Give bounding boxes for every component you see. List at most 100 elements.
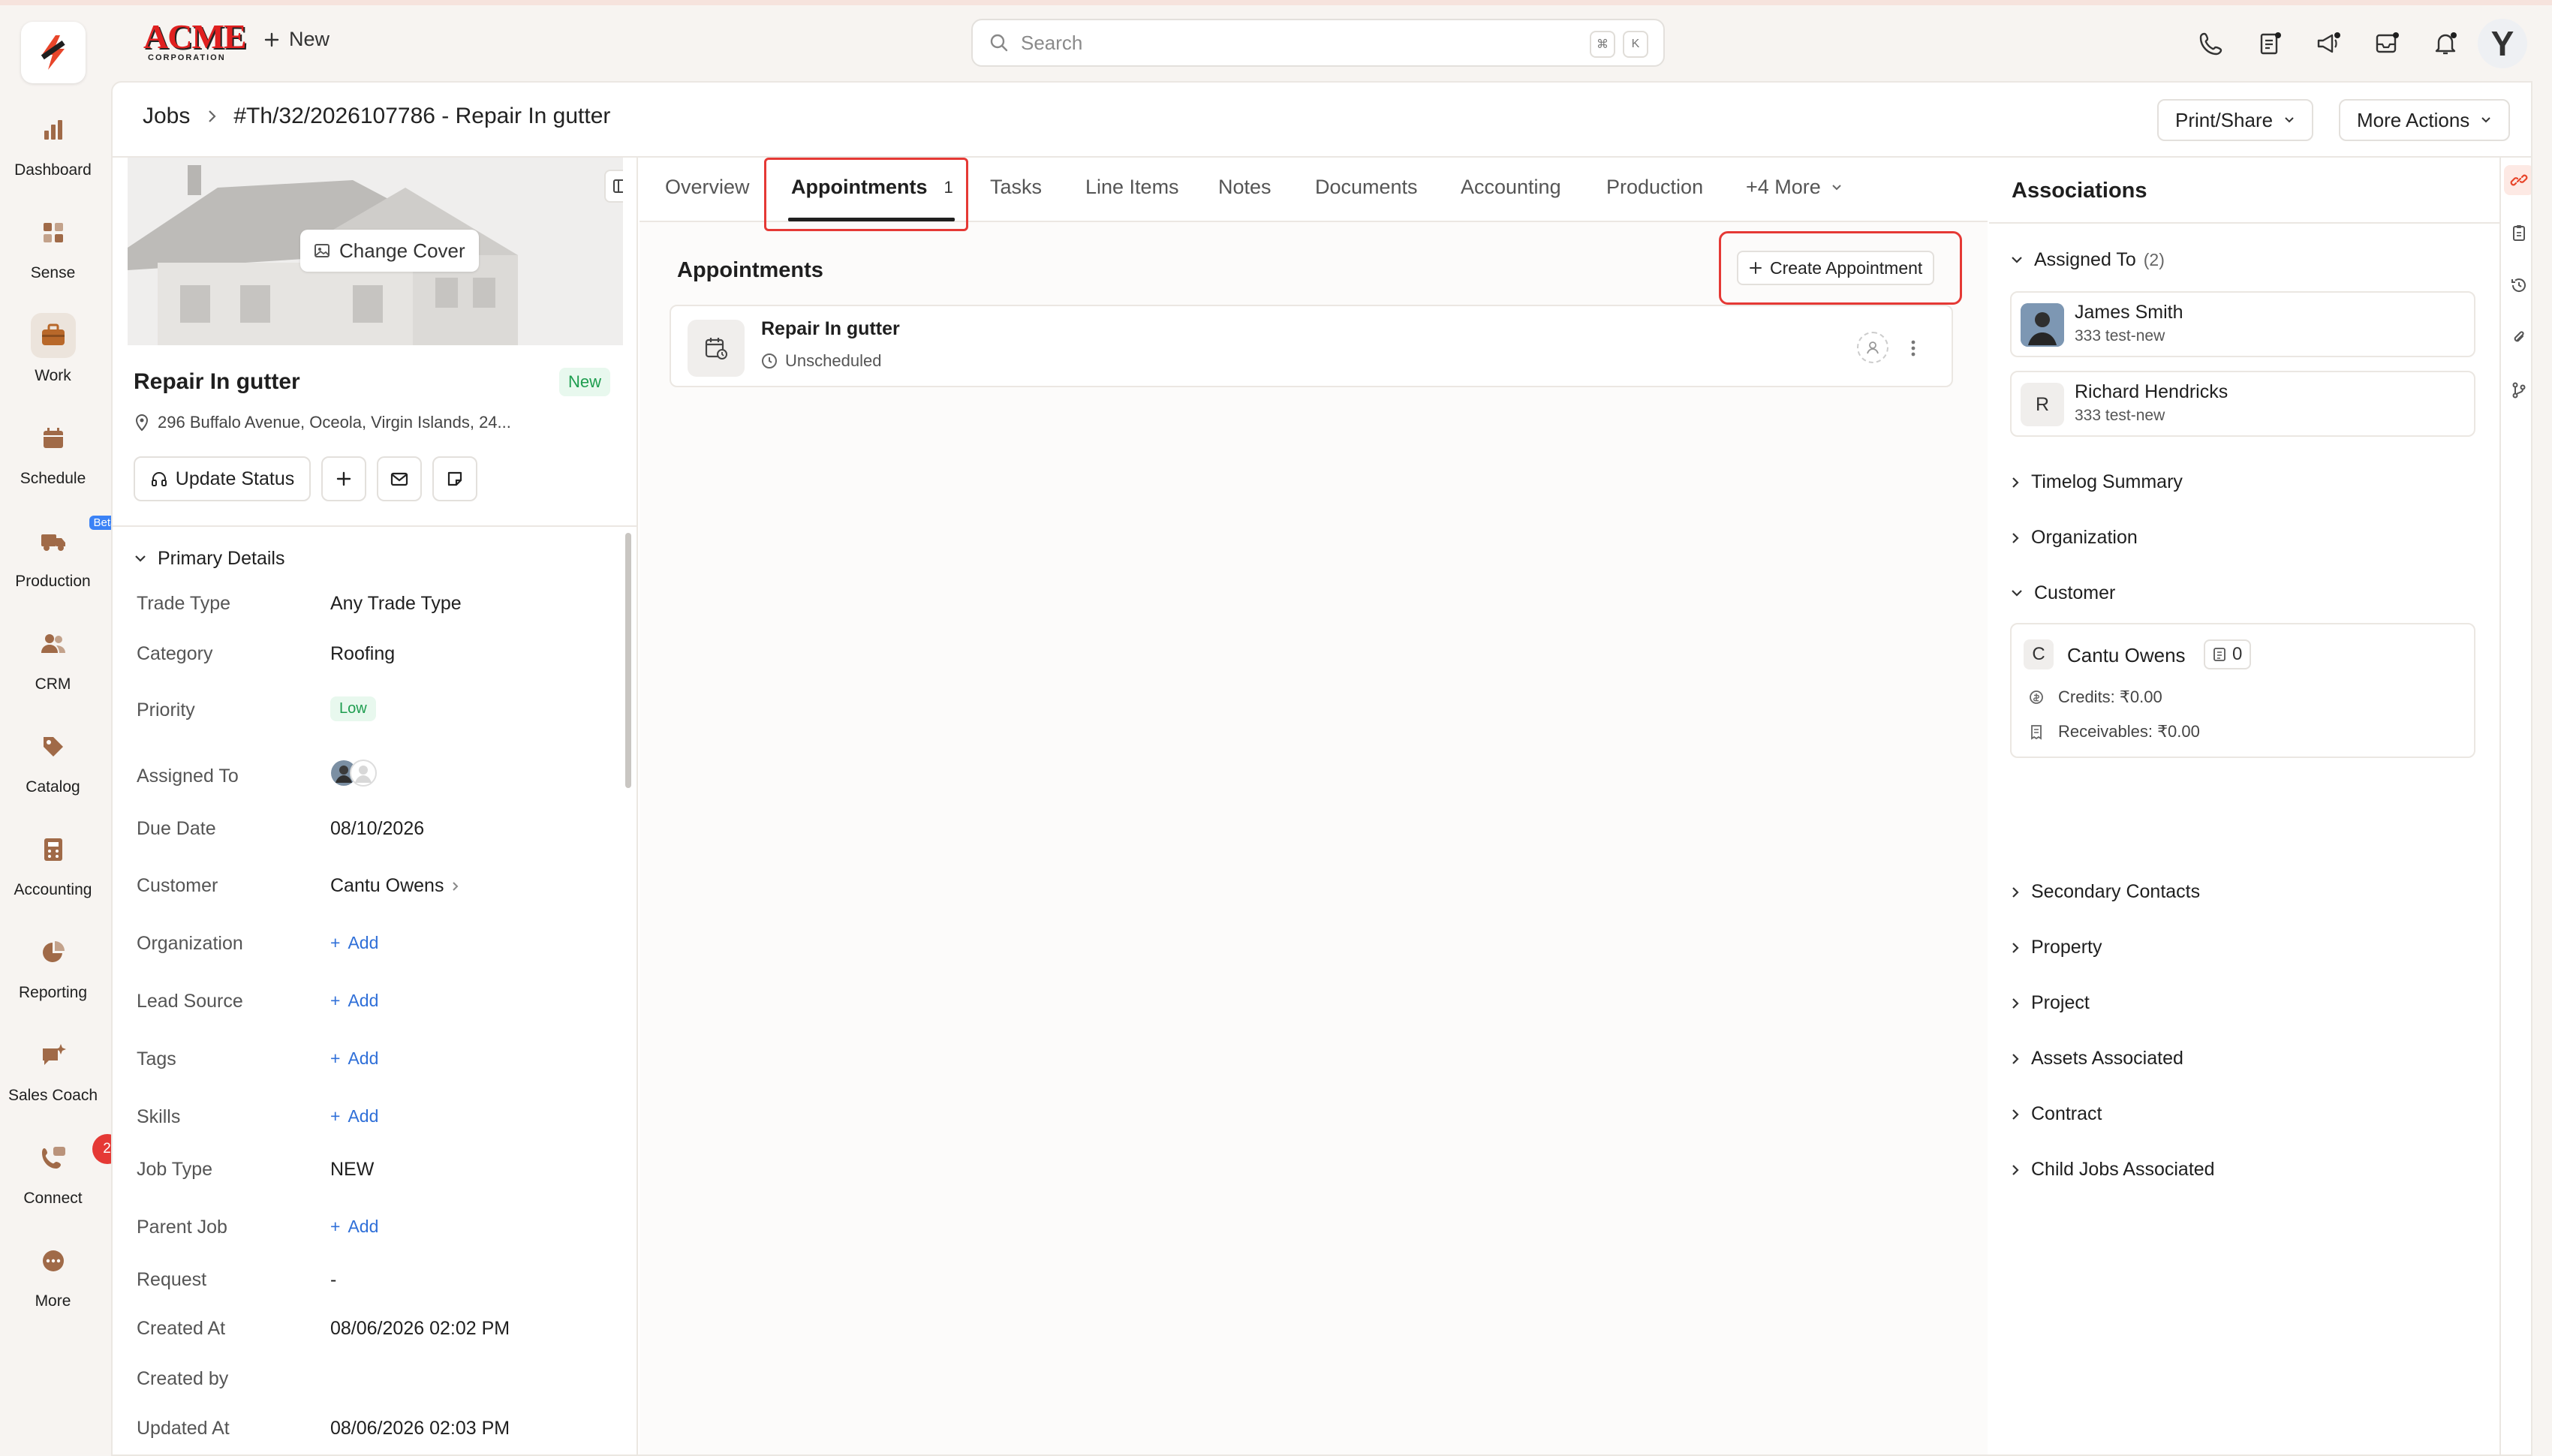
add-lead-source-link[interactable]: + Add bbox=[330, 991, 378, 1011]
more-icon bbox=[31, 1238, 76, 1283]
job-action-row: Update Status bbox=[134, 456, 477, 501]
add-label: Add bbox=[348, 933, 379, 952]
coin-icon bbox=[2030, 690, 2043, 704]
timelog-summary-toggle[interactable]: Timelog Summary bbox=[2010, 471, 2183, 493]
search-input[interactable]: Search ⌘ K bbox=[971, 19, 1665, 67]
add-tags-link[interactable]: + Add bbox=[330, 1048, 378, 1069]
assignee-card[interactable]: R Richard Hendricks 333 test-new bbox=[2010, 371, 2475, 437]
job-type-value[interactable]: NEW bbox=[330, 1159, 374, 1181]
assignee-card[interactable]: James Smith 333 test-new bbox=[2010, 291, 2475, 357]
document-count: 0 bbox=[2232, 644, 2243, 664]
due-date-value[interactable]: 08/10/2026 bbox=[330, 818, 424, 840]
add-label: Add bbox=[348, 1217, 379, 1236]
add-organization-link[interactable]: + Add bbox=[330, 933, 378, 953]
left-navigation: Dashboard Sense Work Schedule Beta Produ… bbox=[0, 5, 122, 1456]
app-logo[interactable] bbox=[21, 22, 86, 83]
top-bar: ACME CORPORATION New Search ⌘ K Y bbox=[106, 5, 2552, 80]
user-avatar[interactable]: Y bbox=[2478, 19, 2527, 68]
customer-documents-badge[interactable]: 0 bbox=[2204, 639, 2252, 669]
users-icon bbox=[31, 621, 76, 666]
assign-user-button[interactable] bbox=[1857, 332, 1888, 363]
tab-more-dropdown[interactable]: +4 More bbox=[1746, 176, 1842, 199]
megaphone-icon[interactable] bbox=[2311, 26, 2346, 61]
section-label: Contract bbox=[2031, 1103, 2102, 1124]
bell-icon[interactable] bbox=[2428, 26, 2463, 61]
customer-avatar: C bbox=[2024, 639, 2054, 669]
assets-associated-toggle[interactable]: Assets Associated bbox=[2010, 1048, 2183, 1069]
field-label: Parent Job bbox=[137, 1217, 227, 1238]
organization-toggle[interactable]: Organization bbox=[2010, 527, 2138, 549]
customer-link[interactable]: Cantu Owens bbox=[330, 875, 460, 897]
nav-reporting[interactable]: Reporting bbox=[0, 930, 106, 1020]
inbox-icon[interactable] bbox=[2370, 26, 2404, 61]
new-button[interactable]: New bbox=[263, 28, 330, 51]
priority-value[interactable]: Low bbox=[330, 696, 376, 721]
brand-logo[interactable]: ACME CORPORATION bbox=[143, 20, 247, 63]
nav-sense[interactable]: Sense bbox=[0, 210, 106, 300]
contract-toggle[interactable]: Contract bbox=[2010, 1103, 2102, 1125]
category-value[interactable]: Roofing bbox=[330, 643, 395, 665]
tab-tasks[interactable]: Tasks bbox=[990, 176, 1042, 199]
link-icon[interactable] bbox=[2504, 165, 2531, 195]
panel-scrollbar[interactable] bbox=[625, 533, 631, 788]
assignee-name: James Smith bbox=[2075, 302, 2183, 323]
email-button[interactable] bbox=[377, 456, 422, 501]
nav-work[interactable]: Work bbox=[0, 313, 106, 403]
nav-sales-coach[interactable]: Sales Coach bbox=[0, 1033, 106, 1123]
clock-icon bbox=[762, 353, 777, 369]
trade-type-value[interactable]: Any Trade Type bbox=[330, 593, 462, 615]
more-options-icon[interactable] bbox=[1902, 333, 1925, 363]
add-parent-job-link[interactable]: + Add bbox=[330, 1217, 378, 1237]
tab-notes[interactable]: Notes bbox=[1218, 176, 1271, 199]
task-list-icon[interactable] bbox=[2253, 26, 2287, 61]
center-content: Overview Appointments 1 Tasks Line Items… bbox=[640, 158, 1988, 1454]
nav-accounting[interactable]: Accounting bbox=[0, 827, 106, 917]
secondary-contacts-toggle[interactable]: Secondary Contacts bbox=[2010, 881, 2200, 903]
user-icon bbox=[1867, 341, 1879, 354]
appointment-card[interactable]: Repair In gutter Unscheduled bbox=[670, 305, 1953, 387]
assigned-to-toggle[interactable]: Assigned To (2) bbox=[2010, 249, 2165, 271]
tab-accounting[interactable]: Accounting bbox=[1461, 176, 1561, 199]
customer-receivables: Receivables: ₹0.00 bbox=[2028, 722, 2200, 742]
paperclip-icon[interactable] bbox=[2504, 323, 2531, 353]
property-toggle[interactable]: Property bbox=[2010, 937, 2102, 958]
nav-production[interactable]: Beta Production bbox=[0, 516, 122, 609]
chevron-down-icon bbox=[2481, 117, 2491, 123]
update-status-button[interactable]: Update Status bbox=[134, 456, 311, 501]
tab-more-label: +4 More bbox=[1746, 176, 1821, 198]
note-button[interactable] bbox=[432, 456, 477, 501]
nav-more[interactable]: More bbox=[0, 1238, 106, 1328]
assigned-avatars[interactable] bbox=[330, 760, 377, 787]
nav-dashboard[interactable]: Dashboard bbox=[0, 107, 106, 197]
add-button[interactable] bbox=[321, 456, 366, 501]
new-button-label: New bbox=[289, 28, 330, 50]
nav-label: Catalog bbox=[26, 778, 80, 796]
phone-icon[interactable] bbox=[2194, 26, 2228, 61]
customer-card[interactable]: C Cantu Owens 0 Credits: ₹0.00 Receivabl… bbox=[2010, 623, 2475, 758]
customer-toggle[interactable]: Customer bbox=[2010, 582, 2115, 604]
tab-overview[interactable]: Overview bbox=[665, 176, 750, 199]
nav-connect[interactable]: 2 Connect bbox=[0, 1134, 122, 1226]
git-branch-icon[interactable] bbox=[2504, 375, 2531, 405]
nav-schedule[interactable]: Schedule bbox=[0, 416, 106, 506]
primary-details-toggle[interactable]: Primary Details bbox=[134, 548, 284, 570]
child-jobs-toggle[interactable]: Child Jobs Associated bbox=[2010, 1159, 2215, 1181]
tab-documents[interactable]: Documents bbox=[1315, 176, 1418, 199]
more-actions-button[interactable]: More Actions bbox=[2339, 99, 2511, 141]
nav-crm[interactable]: CRM bbox=[0, 621, 106, 711]
field-label: Tags bbox=[137, 1048, 176, 1069]
change-cover-button[interactable]: Change Cover bbox=[300, 230, 479, 272]
breadcrumb-jobs[interactable]: Jobs bbox=[143, 104, 190, 129]
field-label: Priority bbox=[137, 699, 195, 720]
chevron-down-icon bbox=[1832, 184, 1841, 190]
assignee-subtitle: 333 test-new bbox=[2075, 327, 2165, 344]
clipboard-icon[interactable] bbox=[2504, 218, 2531, 248]
tab-production[interactable]: Production bbox=[1606, 176, 1703, 199]
nav-catalog[interactable]: Catalog bbox=[0, 724, 106, 814]
add-skills-link[interactable]: + Add bbox=[330, 1106, 378, 1127]
collapse-panel-button[interactable] bbox=[604, 170, 623, 203]
print-share-button[interactable]: Print/Share bbox=[2157, 99, 2314, 141]
history-icon[interactable] bbox=[2504, 270, 2531, 300]
project-toggle[interactable]: Project bbox=[2010, 992, 2090, 1014]
tab-line-items[interactable]: Line Items bbox=[1085, 176, 1179, 199]
